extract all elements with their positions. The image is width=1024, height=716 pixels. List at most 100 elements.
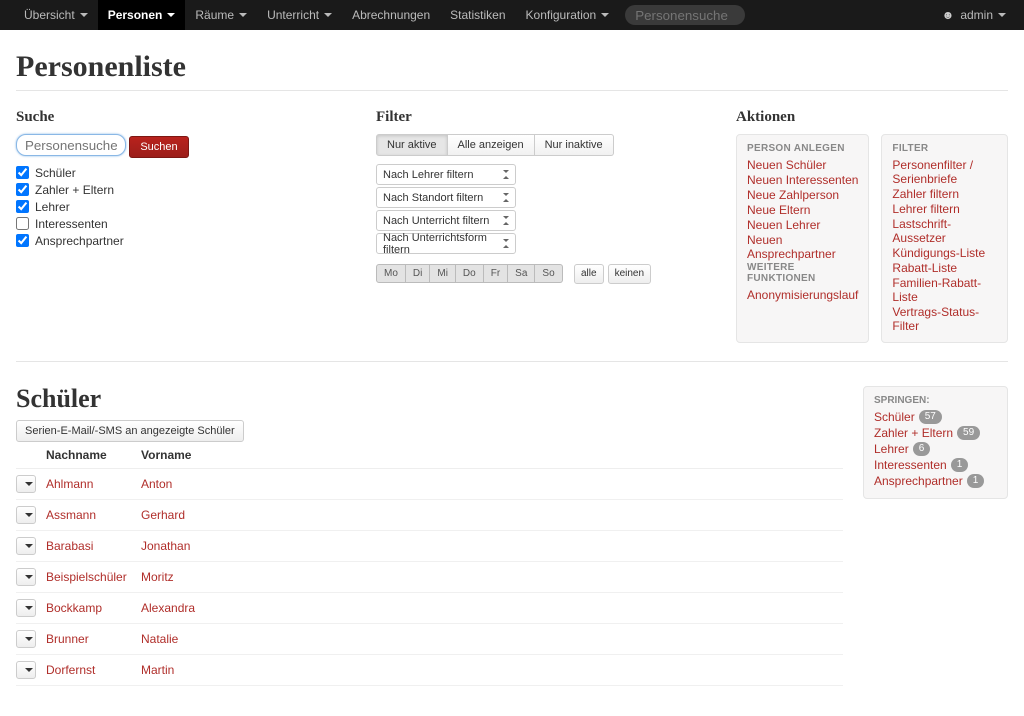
vorname-link[interactable]: Moritz xyxy=(141,570,174,584)
nachname-link[interactable]: Barabasi xyxy=(46,539,93,553)
action-link[interactable]: Familien-Rabatt-Liste xyxy=(892,276,997,304)
user-label: admin xyxy=(960,8,993,22)
day-none-button[interactable]: keinen xyxy=(608,264,651,284)
navbar: ÜbersichtPersonenRäumeUnterrichtAbrechnu… xyxy=(0,0,1024,30)
jump-row: Schüler 57 xyxy=(874,410,997,424)
day-toggle[interactable]: So xyxy=(535,264,562,283)
filter-selects: Nach Lehrer filternNach Standort filtern… xyxy=(376,164,706,254)
filter-select[interactable]: Nach Unterricht filtern xyxy=(376,210,516,231)
day-toggle[interactable]: Mo xyxy=(376,264,406,283)
filter-heading: Filter xyxy=(376,109,706,126)
nav-item-unterricht[interactable]: Unterricht xyxy=(257,0,342,30)
chevron-down-icon xyxy=(25,482,33,486)
action-link[interactable]: Rabatt-Liste xyxy=(892,261,997,275)
action-link[interactable]: Lehrer filtern xyxy=(892,202,997,216)
schueler-table: Nachname Vorname Ahlmann Anton Assmann Gerh… xyxy=(16,444,843,686)
nav-item-räume[interactable]: Räume xyxy=(185,0,257,30)
page-title: Personenliste xyxy=(16,50,1008,84)
springen-well: SPRINGEN: Schüler 57Zahler + Eltern 59Le… xyxy=(863,386,1008,499)
action-link[interactable]: Personenfilter / Serienbriefe xyxy=(892,158,997,186)
search-input[interactable] xyxy=(16,134,126,156)
filter-select[interactable]: Nach Unterrichtsform filtern xyxy=(376,233,516,254)
row-menu-button[interactable] xyxy=(16,630,36,648)
vorname-link[interactable]: Anton xyxy=(141,477,172,491)
divider xyxy=(16,90,1008,91)
col-nachname: Nachname xyxy=(46,444,141,469)
actions-heading: Aktionen xyxy=(736,109,1008,126)
search-check-3[interactable] xyxy=(16,217,29,230)
navbar-search-input[interactable] xyxy=(625,5,745,25)
nav-item-übersicht[interactable]: Übersicht xyxy=(14,0,98,30)
nav-item-personen[interactable]: Personen xyxy=(98,0,186,30)
row-menu-button[interactable] xyxy=(16,599,36,617)
filter-seg[interactable]: Nur inaktive xyxy=(535,134,614,156)
vorname-link[interactable]: Gerhard xyxy=(141,508,185,522)
jump-link[interactable]: Ansprechpartner xyxy=(874,474,963,488)
jump-link[interactable]: Zahler + Eltern xyxy=(874,426,953,440)
row-menu-button[interactable] xyxy=(16,506,36,524)
search-check-row: Lehrer xyxy=(16,200,346,214)
action-link[interactable]: Neuen Schüler xyxy=(747,158,858,172)
user-menu[interactable]: admin xyxy=(954,0,1010,30)
nachname-link[interactable]: Dorfernst xyxy=(46,663,95,677)
row-menu-button[interactable] xyxy=(16,661,36,679)
chevron-down-icon xyxy=(25,606,33,610)
top-row: Suche Suchen SchülerZahler + ElternLehre… xyxy=(16,109,1008,343)
day-toggle[interactable]: Mi xyxy=(430,264,456,283)
nav-item-abrechnungen[interactable]: Abrechnungen xyxy=(342,0,440,30)
day-all-button[interactable]: alle xyxy=(574,264,604,284)
vorname-link[interactable]: Natalie xyxy=(141,632,178,646)
nachname-link[interactable]: Bockkamp xyxy=(46,601,102,615)
row-menu-button[interactable] xyxy=(16,568,36,586)
jump-link[interactable]: Interessenten xyxy=(874,458,947,472)
nachname-link[interactable]: Brunner xyxy=(46,632,89,646)
day-toggle[interactable]: Di xyxy=(406,264,430,283)
jump-link[interactable]: Lehrer xyxy=(874,442,909,456)
search-check-4[interactable] xyxy=(16,234,29,247)
table-row: Dorfernst Martin xyxy=(16,655,843,686)
search-check-2[interactable] xyxy=(16,200,29,213)
vorname-link[interactable]: Martin xyxy=(141,663,174,677)
nav-right: ☻ admin xyxy=(942,0,1010,30)
day-toggle[interactable]: Fr xyxy=(484,264,508,283)
row-menu-button[interactable] xyxy=(16,537,36,555)
filter-seg[interactable]: Nur aktive xyxy=(376,134,448,156)
action-link[interactable]: Neue Zahlperson xyxy=(747,188,858,202)
action-link[interactable]: Neue Eltern xyxy=(747,203,858,217)
col-vorname: Vorname xyxy=(141,444,843,469)
search-check-row: Schüler xyxy=(16,166,346,180)
search-check-0[interactable] xyxy=(16,166,29,179)
table-row: Ahlmann Anton xyxy=(16,469,843,500)
vorname-link[interactable]: Jonathan xyxy=(141,539,190,553)
nachname-link[interactable]: Beispielschüler xyxy=(46,570,127,584)
action-link[interactable]: Zahler filtern xyxy=(892,187,997,201)
action-link[interactable]: Lastschrift-Aussetzer xyxy=(892,217,997,245)
day-toggle[interactable]: Sa xyxy=(508,264,535,283)
bulk-mail-button[interactable]: Serien-E-Mail/-SMS an angezeigte Schüler xyxy=(16,420,244,442)
search-check-label: Ansprechpartner xyxy=(35,234,124,248)
jump-count: 1 xyxy=(967,474,985,488)
search-button[interactable]: Suchen xyxy=(129,136,188,158)
jump-link[interactable]: Schüler xyxy=(874,410,915,424)
search-check-row: Interessenten xyxy=(16,217,346,231)
action-link[interactable]: Neuen Interessenten xyxy=(747,173,858,187)
action-link[interactable]: Anonymisierungslauf xyxy=(747,288,858,302)
row-menu-button[interactable] xyxy=(16,475,36,493)
action-link[interactable]: Neuen Lehrer xyxy=(747,218,858,232)
action-link[interactable]: Vertrags-Status-Filter xyxy=(892,305,997,333)
search-check-row: Ansprechpartner xyxy=(16,234,346,248)
day-toggle[interactable]: Do xyxy=(456,264,484,283)
chevron-down-icon xyxy=(601,13,609,17)
action-link[interactable]: Neuen Ansprechpartner xyxy=(747,233,858,261)
action-link[interactable]: Kündigungs-Liste xyxy=(892,246,997,260)
nav-item-statistiken[interactable]: Statistiken xyxy=(440,0,515,30)
filter-active-segment: Nur aktiveAlle anzeigenNur inaktive xyxy=(376,134,614,156)
nachname-link[interactable]: Ahlmann xyxy=(46,477,93,491)
filter-select[interactable]: Nach Standort filtern xyxy=(376,187,516,208)
filter-select[interactable]: Nach Lehrer filtern xyxy=(376,164,516,185)
nav-item-konfiguration[interactable]: Konfiguration xyxy=(516,0,620,30)
nachname-link[interactable]: Assmann xyxy=(46,508,96,522)
filter-seg[interactable]: Alle anzeigen xyxy=(448,134,535,156)
vorname-link[interactable]: Alexandra xyxy=(141,601,195,615)
search-check-1[interactable] xyxy=(16,183,29,196)
